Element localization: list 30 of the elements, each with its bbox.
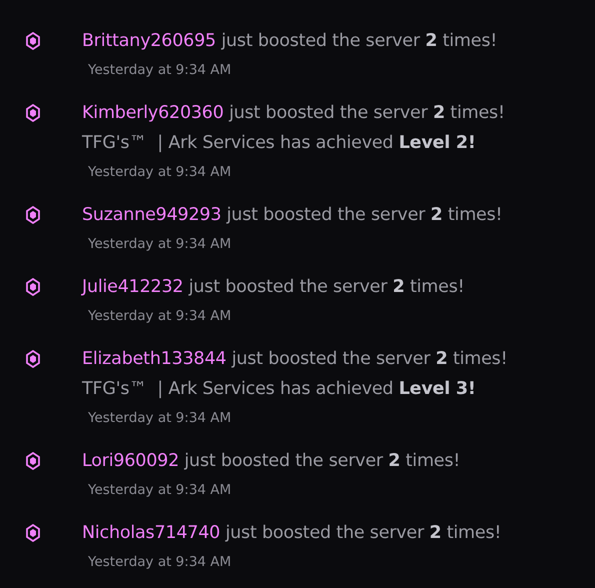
boost-message: just boosted the server 2 times! <box>225 523 502 543</box>
timestamp: Yesterday at 9:34 AM <box>88 163 232 182</box>
timestamp: Yesterday at 9:34 AM <box>88 235 232 254</box>
username[interactable]: Nicholas714740 <box>82 523 220 543</box>
boost-gem-icon <box>26 350 40 368</box>
username[interactable]: Lori960092 <box>82 451 180 471</box>
boost-message: just boosted the server 2 times! <box>188 277 464 297</box>
boost-gem-icon <box>26 278 40 296</box>
boost-message: just boosted the server 2 times! <box>221 31 498 51</box>
timestamp: Yesterday at 9:34 AM <box>88 307 232 326</box>
username[interactable]: Brittany260695 <box>82 31 216 51</box>
boost-gem-icon <box>26 32 40 50</box>
boost-message: just boosted the server 2 times! <box>184 451 460 471</box>
boost-gem-icon <box>26 524 40 542</box>
level-achievement-message: TFG's™ | Ark Services has achieved Level 3! <box>82 378 476 401</box>
username[interactable]: Elizabeth133844 <box>82 349 226 369</box>
boost-gem-icon <box>26 206 40 224</box>
boost-message: just boosted the server 2 times! <box>229 103 505 123</box>
timestamp: Yesterday at 9:34 AM <box>88 481 232 500</box>
username[interactable]: Kimberly620360 <box>82 103 224 123</box>
boost-gem-icon <box>26 104 40 122</box>
boost-message: just boosted the server 2 times! <box>232 349 508 369</box>
username[interactable]: Suzanne949293 <box>82 205 222 225</box>
boost-message: just boosted the server 2 times! <box>226 205 502 225</box>
level-achievement-message: TFG's™ | Ark Services has achieved Level 2! <box>82 132 476 155</box>
timestamp: Yesterday at 9:34 AM <box>88 61 232 80</box>
boost-gem-icon <box>26 452 40 470</box>
timestamp: Yesterday at 9:34 AM <box>88 409 232 428</box>
username[interactable]: Julie412232 <box>82 277 184 297</box>
timestamp: Yesterday at 9:34 AM <box>88 553 232 572</box>
